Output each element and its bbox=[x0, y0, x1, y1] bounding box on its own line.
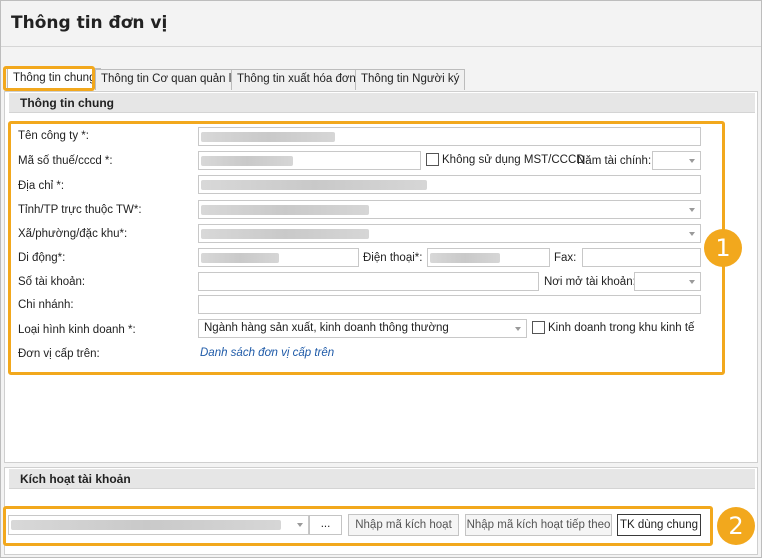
redacted-value bbox=[201, 229, 369, 239]
economic-zone-label: Kinh doanh trong khu kinh tế bbox=[548, 322, 695, 334]
redacted-value bbox=[201, 205, 369, 215]
tab-general-info[interactable]: Thông tin chung bbox=[7, 68, 102, 90]
province-select[interactable] bbox=[198, 200, 701, 219]
phone-label: Điện thoại*: bbox=[363, 252, 423, 264]
fiscal-year-select[interactable] bbox=[652, 151, 701, 170]
account-number-label: Số tài khoản: bbox=[18, 276, 86, 288]
bank-select[interactable] bbox=[634, 272, 701, 291]
ward-select[interactable] bbox=[198, 224, 701, 243]
chevron-down-icon bbox=[515, 327, 521, 331]
chevron-down-icon bbox=[689, 208, 695, 212]
ward-label: Xã/phường/đặc khu*: bbox=[18, 228, 128, 240]
bank-label: Nơi mở tài khoản: bbox=[544, 276, 636, 288]
redacted-value bbox=[11, 520, 281, 530]
tab-invoice-info[interactable]: Thông tin xuất hóa đơn bbox=[231, 69, 362, 90]
chevron-down-icon bbox=[689, 159, 695, 163]
tax-code-label: Mã số thuế/cccd *: bbox=[18, 155, 113, 167]
branch-label: Chi nhánh: bbox=[18, 299, 74, 311]
general-info-header: Thông tin chung bbox=[9, 93, 755, 113]
chevron-down-icon bbox=[297, 523, 303, 527]
fax-input[interactable] bbox=[582, 248, 701, 267]
address-label: Địa chỉ *: bbox=[18, 180, 65, 192]
business-type-value: Ngành hàng sản xuất, kinh doanh thông th… bbox=[204, 322, 449, 334]
parent-unit-label: Đơn vị cấp trên: bbox=[18, 348, 100, 360]
mobile-input[interactable] bbox=[198, 248, 359, 267]
ellipsis-button[interactable]: ... bbox=[309, 515, 342, 535]
redacted-value bbox=[201, 156, 293, 166]
redacted-value bbox=[201, 180, 427, 190]
company-name-input[interactable] bbox=[198, 127, 701, 146]
province-label: Tỉnh/TP trực thuộc TW*: bbox=[18, 204, 142, 216]
fax-label: Fax: bbox=[554, 252, 577, 264]
company-name-label: Tên công ty *: bbox=[18, 130, 89, 142]
activation-account-select[interactable] bbox=[8, 515, 309, 535]
business-type-select[interactable]: Ngành hàng sản xuất, kinh doanh thông th… bbox=[198, 319, 527, 338]
tax-code-input[interactable] bbox=[198, 151, 421, 170]
unit-info-window: Thông tin đơn vị Thông tin chung Thông t… bbox=[0, 0, 762, 558]
mobile-label: Di động*: bbox=[18, 252, 66, 264]
redacted-value bbox=[430, 253, 500, 263]
tab-signer-info[interactable]: Thông tin Người ký bbox=[355, 69, 466, 90]
enter-activation-code-button[interactable]: Nhập mã kích hoạt bbox=[348, 514, 459, 536]
account-number-input[interactable] bbox=[198, 272, 539, 291]
phone-input[interactable] bbox=[427, 248, 550, 267]
redacted-value bbox=[201, 253, 279, 263]
callout-badge-2: 2 bbox=[717, 507, 755, 545]
address-input[interactable] bbox=[198, 175, 701, 194]
tab-management-agency[interactable]: Thông tin Cơ quan quản lý bbox=[95, 69, 244, 90]
business-type-label: Loại hình kinh doanh *: bbox=[18, 324, 136, 336]
economic-zone-checkbox[interactable] bbox=[532, 321, 545, 334]
enter-next-activation-code-button[interactable]: Nhập mã kích hoạt tiếp theo bbox=[465, 514, 612, 536]
branch-input[interactable] bbox=[198, 295, 701, 314]
chevron-down-icon bbox=[689, 232, 695, 236]
callout-badge-1: 1 bbox=[704, 229, 742, 267]
parent-unit-link[interactable]: Danh sách đơn vị cấp trên bbox=[200, 347, 334, 359]
chevron-down-icon bbox=[689, 280, 695, 284]
activation-header: Kích hoạt tài khoản bbox=[9, 469, 755, 489]
no-tax-code-label: Không sử dụng MST/CCCD bbox=[442, 154, 585, 166]
title-bar: Thông tin đơn vị bbox=[1, 1, 761, 47]
window-title: Thông tin đơn vị bbox=[11, 13, 168, 33]
shared-account-button[interactable]: TK dùng chung bbox=[617, 514, 701, 536]
redacted-value bbox=[201, 132, 335, 142]
fiscal-year-label: Năm tài chính: bbox=[577, 155, 652, 167]
no-tax-code-checkbox[interactable] bbox=[426, 153, 439, 166]
